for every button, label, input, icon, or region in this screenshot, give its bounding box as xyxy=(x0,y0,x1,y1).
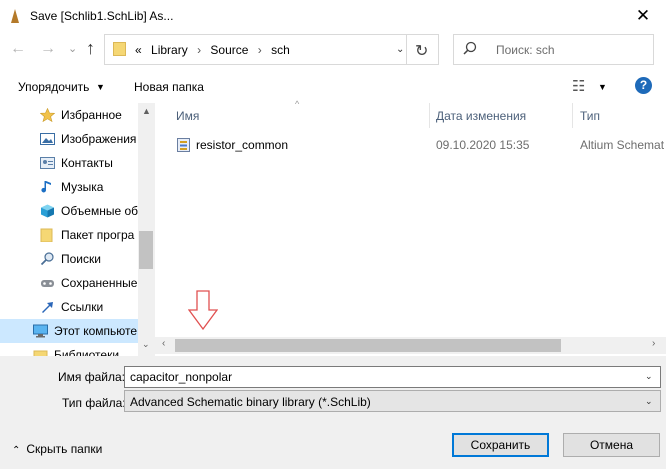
chevron-down-icon[interactable]: ▼ xyxy=(598,82,607,92)
search-box[interactable]: Поиск: sch xyxy=(453,34,654,65)
star-icon xyxy=(40,108,55,122)
sidebar-item-saved-games[interactable]: Сохраненные xyxy=(0,271,138,295)
sidebar-item-label: Ссылки xyxy=(61,300,104,314)
close-icon: ✕ xyxy=(635,6,651,25)
search-placeholder: Поиск: sch xyxy=(496,43,555,57)
up-folder-button[interactable]: ↑ xyxy=(86,38,95,59)
sidebar-item-label: Избранное xyxy=(61,108,122,122)
scroll-down-icon[interactable]: ⌄ xyxy=(142,339,150,350)
sidebar-item-libraries[interactable]: Библиотеки xyxy=(0,343,138,356)
sidebar-item-searches[interactable]: Поиски xyxy=(0,247,138,271)
filetype-label: Тип файла: xyxy=(62,396,126,410)
help-button[interactable]: ? xyxy=(635,77,652,94)
file-type: Altium Schemat xyxy=(580,138,665,152)
chevron-down-icon: ▼ xyxy=(96,82,105,92)
address-bar[interactable]: « Library › Source › sch ⌄ ↻ xyxy=(104,34,439,65)
links-icon xyxy=(42,302,53,313)
breadcrumb-separator[interactable]: › xyxy=(258,43,262,57)
column-header-name[interactable]: Имя xyxy=(176,109,199,123)
sort-ascending-icon: ^ xyxy=(295,99,300,109)
new-folder-button[interactable]: Новая папка xyxy=(134,80,204,94)
scroll-left-icon[interactable]: ‹ xyxy=(162,338,165,349)
sidebar-item-label: Поиски xyxy=(61,252,101,266)
sidebar-item-label: Контакты xyxy=(61,156,113,170)
sidebar-item-label: Этот компьюте xyxy=(54,324,138,338)
3d-objects-icon xyxy=(41,204,54,218)
back-button[interactable]: ← xyxy=(10,40,26,58)
breadcrumb-overflow[interactable]: « xyxy=(135,43,142,57)
search-icon xyxy=(463,41,477,55)
libraries-icon xyxy=(33,350,48,356)
save-button[interactable]: Сохранить xyxy=(452,433,549,457)
contacts-icon xyxy=(40,157,55,169)
breadcrumb: « Library › Source › sch xyxy=(135,43,290,57)
breadcrumb-separator[interactable]: › xyxy=(197,43,201,57)
file-date: 09.10.2020 15:35 xyxy=(436,138,530,152)
filetype-select[interactable]: Advanced Schematic binary library (*.Sch… xyxy=(124,390,661,412)
breadcrumb-source[interactable]: Source xyxy=(210,43,248,57)
address-divider xyxy=(406,35,407,64)
music-icon xyxy=(41,181,51,193)
column-header-date[interactable]: Дата изменения xyxy=(436,109,526,123)
chevron-down-icon: ⌄ xyxy=(645,396,653,406)
sidebar-item-3d-objects[interactable]: Объемные об xyxy=(0,199,138,223)
sidebar-item-music[interactable]: Музыка xyxy=(0,175,138,199)
sidebar-item-label: Изображения xyxy=(61,132,137,146)
title-bar: Save [Schlib1.SchLib] As... ✕ xyxy=(0,0,666,32)
window-title: Save [Schlib1.SchLib] As... xyxy=(30,9,174,23)
sidebar-item-favorites[interactable]: Избранное xyxy=(0,103,138,127)
forward-button[interactable]: → xyxy=(40,40,56,58)
sidebar-item-package[interactable]: Пакет програ xyxy=(0,223,138,247)
chevron-down-icon[interactable]: ⌄ xyxy=(645,371,653,382)
sidebar-item-label: Пакет програ xyxy=(61,228,135,242)
sidebar-item-label: Музыка xyxy=(61,180,104,194)
column-header-type[interactable]: Тип xyxy=(580,109,600,123)
filetype-value: Advanced Schematic binary library (*.Sch… xyxy=(130,395,371,409)
file-row[interactable]: resistor_common 09.10.2020 15:35 Altium … xyxy=(170,134,666,156)
filename-input[interactable] xyxy=(124,366,661,388)
folder-icon xyxy=(113,42,126,56)
navigation-pane: Избранное Изображения Контакты Музыка Об… xyxy=(0,103,138,356)
pictures-icon xyxy=(40,133,55,145)
scroll-up-icon[interactable]: ▲ xyxy=(142,106,151,116)
column-divider[interactable] xyxy=(429,103,430,128)
chevron-up-icon: ⌃ xyxy=(12,445,21,456)
sidebar-item-label: Библиотеки xyxy=(54,348,120,356)
hide-folders-button[interactable]: ⌃ Скрыть папки xyxy=(12,442,102,456)
annotation-arrow-icon xyxy=(188,290,218,330)
saved-games-icon xyxy=(41,280,54,287)
column-divider[interactable] xyxy=(572,103,573,128)
altium-app-icon xyxy=(11,9,19,23)
filename-label: Имя файла: xyxy=(58,370,125,384)
sidebar-item-label: Сохраненные xyxy=(61,276,138,290)
file-name: resistor_common xyxy=(196,138,289,152)
sidebar-scrollbar-thumb[interactable] xyxy=(139,231,153,269)
sidebar-scrollbar[interactable] xyxy=(138,103,155,356)
folder-icon xyxy=(40,228,53,242)
breadcrumb-library[interactable]: Library xyxy=(151,43,188,57)
address-dropdown-icon[interactable]: ⌄ xyxy=(396,44,404,55)
sidebar-item-contacts[interactable]: Контакты xyxy=(0,151,138,175)
organize-button[interactable]: Упорядочить xyxy=(18,80,89,94)
search-icon xyxy=(40,252,54,266)
schematic-file-icon xyxy=(177,138,190,152)
computer-icon xyxy=(33,324,48,338)
recent-locations-dropdown[interactable]: ⌄ xyxy=(68,42,77,55)
view-options-icon[interactable]: ☷ xyxy=(572,77,585,95)
sidebar-item-this-pc[interactable]: Этот компьюте xyxy=(0,319,138,343)
sidebar-item-pictures[interactable]: Изображения xyxy=(0,127,138,151)
scroll-right-icon[interactable]: › xyxy=(652,338,655,349)
breadcrumb-sch[interactable]: sch xyxy=(271,43,290,57)
sidebar-item-links[interactable]: Ссылки xyxy=(0,295,138,319)
close-button[interactable]: ✕ xyxy=(620,0,666,32)
cancel-button[interactable]: Отмена xyxy=(563,433,660,457)
hide-folders-label: Скрыть папки xyxy=(26,442,103,456)
sidebar-item-label: Объемные об xyxy=(61,204,138,218)
horizontal-scrollbar-thumb[interactable] xyxy=(175,339,561,352)
refresh-button[interactable]: ↻ xyxy=(415,41,428,61)
